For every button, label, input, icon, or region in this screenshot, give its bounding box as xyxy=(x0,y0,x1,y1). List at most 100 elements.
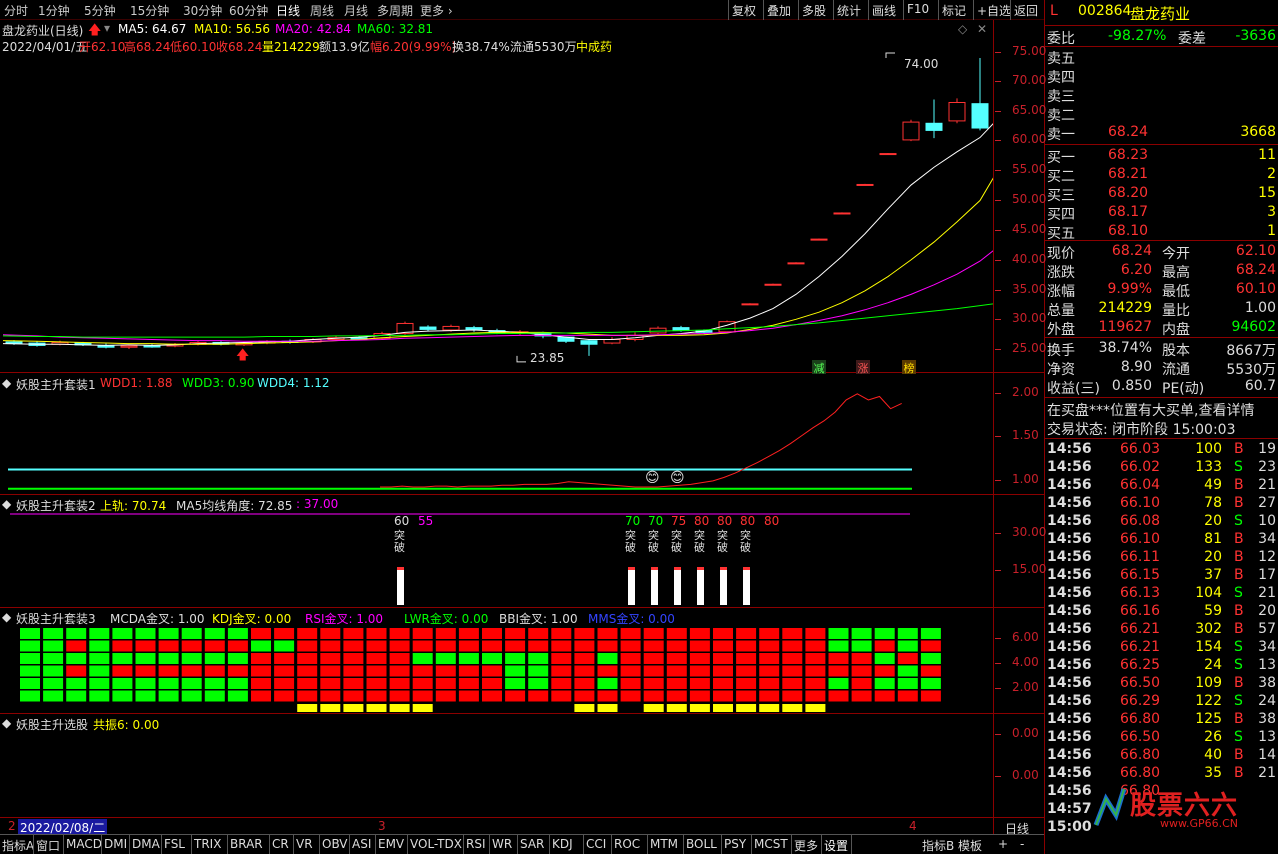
indicator-tab-kdj[interactable]: KDJ xyxy=(552,837,573,851)
y-tick: 2.00 xyxy=(1012,385,1039,399)
signal-cell xyxy=(251,678,271,689)
tick-volume: 49 xyxy=(1204,477,1222,493)
signal-cell xyxy=(435,678,456,689)
ask-label: 卖一 xyxy=(1047,127,1075,143)
signal-cell xyxy=(782,628,803,639)
indicator-tab-vr[interactable]: VR xyxy=(296,837,313,851)
signal-cell xyxy=(920,628,941,639)
period-tab-15min[interactable]: 15分钟 xyxy=(130,2,169,19)
breakout-label: 突破 xyxy=(394,529,405,554)
bid-label: 买三 xyxy=(1047,188,1075,204)
signal-value-label: 80 xyxy=(717,514,733,528)
indicator-tab-roc[interactable]: ROC xyxy=(614,837,640,851)
indicator-tab-cci[interactable]: CCI xyxy=(586,837,606,851)
indicator-tab-dma[interactable]: DMA xyxy=(132,837,160,851)
weicha-label: 委差 xyxy=(1178,31,1206,47)
panel3-grid-chart[interactable] xyxy=(0,607,993,713)
indicator-tab-wr[interactable]: WR xyxy=(492,837,512,851)
signal-cell xyxy=(89,640,110,652)
tick-time: 14:56 xyxy=(1047,441,1092,457)
indicator-tab-mtm[interactable]: MTM xyxy=(650,837,678,851)
indicator-tab-obv[interactable]: OBV xyxy=(322,837,348,851)
quote-label: 最低 xyxy=(1162,284,1190,300)
signal-cell xyxy=(528,628,549,639)
tab-separator xyxy=(293,835,294,854)
period-tab-30min[interactable]: 30分钟 xyxy=(183,2,222,19)
indicator-tab-窗口[interactable]: 窗口 xyxy=(36,837,60,854)
panel4-collapse-icon[interactable]: ◆ xyxy=(2,716,11,730)
signal-cell xyxy=(89,665,110,677)
add-favorite-button[interactable]: +自选 xyxy=(973,0,1014,20)
indicator-tab-brar[interactable]: BRAR xyxy=(230,837,263,851)
adjust-button[interactable]: 复权 xyxy=(728,0,759,20)
panel1-chart[interactable] xyxy=(0,372,993,494)
signal-cell xyxy=(274,628,295,639)
period-tab-60min[interactable]: 60分钟 xyxy=(229,2,268,19)
big-order-notice[interactable]: 在买盘***位置有大买单,查看详情 xyxy=(1046,399,1278,419)
indicator-tab-cr[interactable]: CR xyxy=(272,837,289,851)
signal-cell xyxy=(389,665,410,677)
indicator-tab-fsl[interactable]: FSL xyxy=(164,837,185,851)
indicator-tab-dmi[interactable]: DMI xyxy=(104,837,127,851)
indicator-tab-emv[interactable]: EMV xyxy=(378,837,404,851)
bid-price: 68.10 xyxy=(1108,223,1149,239)
indicator-tab-asi[interactable]: ASI xyxy=(352,837,371,851)
signal-cell xyxy=(458,628,479,639)
period-tab-1min[interactable]: 1分钟 xyxy=(38,2,70,19)
indicator-tab-更多[interactable]: 更多 xyxy=(794,837,818,854)
multi-stock-button[interactable]: 多股 xyxy=(798,0,829,20)
bid-price: 68.20 xyxy=(1108,185,1149,201)
signal-value-label: 60 xyxy=(394,514,410,528)
remove-window-button[interactable]: - xyxy=(1020,837,1024,851)
indicator-tab-sar[interactable]: SAR xyxy=(520,837,544,851)
stats-button[interactable]: 统计 xyxy=(833,0,864,20)
f10-button[interactable]: F10 xyxy=(903,0,932,20)
x-tick: 3 xyxy=(378,819,386,833)
back-button[interactable]: 返回 xyxy=(1010,0,1041,20)
panel2-chart[interactable] xyxy=(0,494,993,607)
tick-price: 66.50 xyxy=(1120,729,1161,745)
indicator-tab-macd[interactable]: MACD xyxy=(66,837,102,851)
period-tab-multi[interactable]: 多周期 xyxy=(377,2,413,19)
overlay-button[interactable]: 叠加 xyxy=(763,0,794,20)
ask-label: 卖五 xyxy=(1047,51,1075,67)
tick-time: 15:00 xyxy=(1047,819,1092,835)
signal-cell xyxy=(551,640,572,652)
template-tab[interactable]: 模板 xyxy=(958,837,982,854)
signal-cell xyxy=(897,690,918,702)
signal-cell xyxy=(689,678,710,689)
signal-cell xyxy=(505,640,526,652)
tick-volume: 59 xyxy=(1204,603,1222,619)
tick-time: 14:56 xyxy=(1047,711,1092,727)
period-tab-daily[interactable]: 日线 xyxy=(276,2,300,19)
indicator-tab-设置[interactable]: 设置 xyxy=(824,837,848,854)
period-tab-fenshi[interactable]: 分时 xyxy=(4,2,28,19)
period-tab-monthly[interactable]: 月线 xyxy=(344,2,368,19)
signal-cell xyxy=(66,653,87,664)
signal-cell xyxy=(389,653,410,664)
signal-cell xyxy=(689,653,710,664)
signal-cell xyxy=(43,628,64,639)
tick-direction: S xyxy=(1234,693,1243,709)
period-tab-weekly[interactable]: 周线 xyxy=(310,2,334,19)
indicator-tab-boll[interactable]: BOLL xyxy=(686,837,717,851)
period-tab-5min[interactable]: 5分钟 xyxy=(84,2,116,19)
indicator-tab-vol-tdx[interactable]: VOL-TDX xyxy=(410,837,462,851)
add-window-button[interactable]: + xyxy=(998,837,1008,851)
indicator-tab-rsi[interactable]: RSI xyxy=(466,837,486,851)
quote-label: 现价 xyxy=(1047,246,1075,262)
mark-button[interactable]: 标记 xyxy=(938,0,969,20)
signal-cell xyxy=(297,628,318,639)
indicator-tab-trix[interactable]: TRIX xyxy=(194,837,221,851)
indicator-b-tab[interactable]: 指标B xyxy=(922,837,954,854)
candlestick-chart[interactable] xyxy=(0,20,993,372)
indicator-tab-指标a[interactable]: 指标A xyxy=(2,837,34,854)
indicator-tab-mcst[interactable]: MCST xyxy=(754,837,788,851)
indicator-tab-psy[interactable]: PSY xyxy=(724,837,746,851)
period-tab-more[interactable]: 更多 › xyxy=(420,2,453,19)
draw-button[interactable]: 画线 xyxy=(868,0,899,20)
signal-cell xyxy=(505,678,526,689)
signal-cell xyxy=(805,653,826,664)
tab-separator xyxy=(161,835,162,854)
ask-volume: 3668 xyxy=(1240,124,1276,140)
